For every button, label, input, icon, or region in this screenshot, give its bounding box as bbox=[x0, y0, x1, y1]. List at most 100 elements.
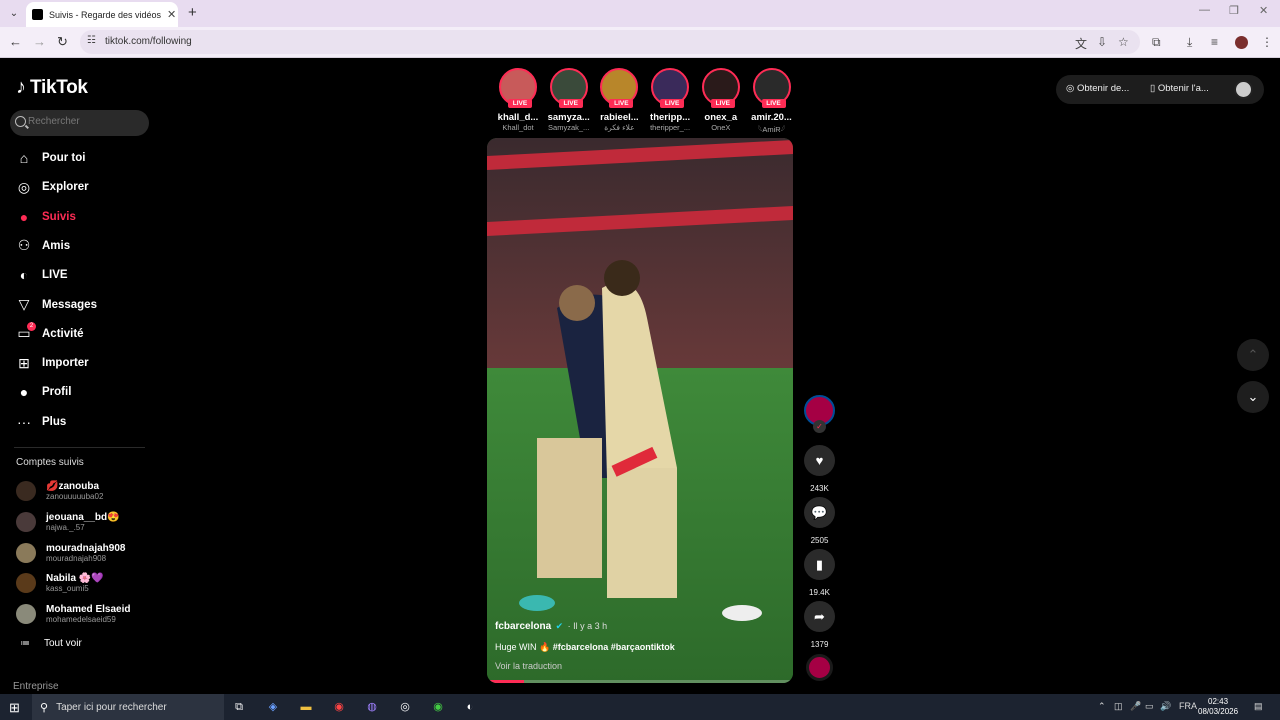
tab-search-icon[interactable]: ⌄ bbox=[6, 6, 22, 22]
install-app-icon[interactable]: ⇩ bbox=[1097, 35, 1107, 49]
restore-icon[interactable]: ❐ bbox=[1229, 4, 1239, 17]
user-avatar[interactable] bbox=[1234, 80, 1253, 99]
friends-icon: ⚇ bbox=[17, 237, 31, 254]
close-icon[interactable]: ✕ bbox=[167, 8, 176, 21]
video-author[interactable]: fcbarcelona bbox=[495, 621, 551, 632]
site-info-icon[interactable]: ☷ bbox=[87, 35, 96, 46]
tab-active[interactable]: Suivis - Regarde des vidéos de c ✕ bbox=[26, 2, 178, 27]
sidebar-item-amis[interactable]: ⚇ Amis bbox=[14, 235, 70, 257]
reload-icon[interactable]: ↻ bbox=[57, 34, 68, 50]
forward-icon[interactable]: → bbox=[33, 34, 46, 49]
discord-icon[interactable]: ◍ bbox=[364, 699, 380, 715]
video-description: Huge WIN 🔥 #fcbarcelona #barçaontiktok bbox=[495, 642, 785, 653]
menu-dots-icon[interactable]: ⋮ bbox=[1261, 35, 1273, 49]
heart-icon[interactable]: ♥ bbox=[804, 445, 835, 476]
scroll-down-icon[interactable]: ⌄ bbox=[1237, 381, 1269, 413]
search-icon[interactable] bbox=[15, 116, 26, 127]
caption-hashtags[interactable]: #fcbarcelona #barçaontiktok bbox=[553, 642, 675, 652]
search-input[interactable] bbox=[28, 116, 144, 127]
save-button[interactable]: ▮ 19.4K bbox=[804, 549, 835, 597]
tray-chevron-icon[interactable]: ⌃ bbox=[1098, 701, 1106, 712]
followed-account[interactable]: mouradnajah908 mouradnajah908 bbox=[16, 540, 125, 566]
sidebar-item-messages[interactable]: ▽ Messages bbox=[14, 294, 97, 316]
story-handle: Khall_dot bbox=[502, 123, 534, 132]
copilot-icon[interactable]: ◈ bbox=[265, 699, 281, 715]
followed-account[interactable]: Nabila 🌸💜 kass_oumi5 bbox=[16, 570, 104, 596]
chrome-alt-icon[interactable]: ◉ bbox=[430, 699, 446, 715]
scroll-up-icon[interactable]: ⌃ bbox=[1237, 339, 1269, 371]
sidebar-item-profil[interactable]: ● Profil bbox=[14, 381, 72, 403]
follow-check-icon[interactable]: ✓ bbox=[813, 420, 826, 433]
live-story[interactable]: LIVE rabieel... علاء فكرة bbox=[597, 68, 641, 132]
minimize-icon[interactable]: — bbox=[1199, 4, 1210, 16]
story-avatar[interactable]: LIVE bbox=[651, 68, 690, 108]
extensions-icon[interactable]: ⧉ bbox=[1152, 35, 1161, 50]
sidebar-item-live[interactable]: ◐ LIVE bbox=[14, 264, 68, 286]
account-handle: mouradnajah908 bbox=[46, 553, 107, 563]
get-coins-button[interactable]: ◎ Obtenir de... bbox=[1066, 83, 1129, 94]
chrome-icon[interactable]: ◉ bbox=[331, 699, 347, 715]
sidebar-item-plus[interactable]: ··· Plus bbox=[14, 411, 66, 433]
story-avatar[interactable]: LIVE bbox=[600, 68, 639, 108]
comment-button[interactable]: 💬 2505 bbox=[804, 497, 835, 545]
tray-app-icon[interactable]: ◫ bbox=[1114, 701, 1123, 712]
bookmark-star-icon[interactable]: ☆ bbox=[1118, 35, 1129, 49]
story-avatar[interactable]: LIVE bbox=[499, 68, 537, 108]
task-view-icon[interactable]: ⧉ bbox=[231, 699, 247, 715]
sidebar-item-pourtoi[interactable]: ⌂ Pour toi bbox=[14, 147, 86, 169]
story-avatar[interactable]: LIVE bbox=[701, 68, 740, 108]
language-indicator[interactable]: FRA bbox=[1179, 701, 1197, 711]
capcut-icon[interactable]: ◐ bbox=[462, 699, 478, 715]
bookmark-icon[interactable]: ▮ bbox=[804, 549, 835, 580]
search-box[interactable] bbox=[10, 110, 149, 136]
download-icon[interactable]: ⤓ bbox=[1187, 35, 1192, 50]
sidebar-item-importer[interactable]: ⊞ Importer bbox=[14, 352, 89, 374]
live-story[interactable]: LIVE amir.20... 𓆩AmiR𓆪 bbox=[750, 68, 794, 135]
company-link[interactable]: Entreprise bbox=[13, 681, 59, 692]
video-player[interactable]: fcbarcelona ✔ · Il y a 3 h Huge WIN 🔥 #f… bbox=[487, 138, 793, 683]
share-button[interactable]: ➦ 1379 bbox=[804, 601, 835, 649]
video-progress-bar[interactable] bbox=[487, 680, 793, 683]
see-translation-link[interactable]: Voir la traduction bbox=[495, 661, 785, 671]
like-button[interactable]: ♥ 243K bbox=[804, 445, 835, 493]
sidebar-item-explorer[interactable]: ◎ Explorer bbox=[14, 176, 89, 198]
followed-account[interactable]: Mohamed Elsaeid mohamedelsaeid59 bbox=[16, 601, 130, 627]
story-name: theripp... bbox=[650, 112, 691, 123]
browser-tabstrip: ⌄ Suivis - Regarde des vidéos de c ✕ + —… bbox=[0, 0, 1280, 27]
video-progress-fill bbox=[487, 680, 524, 683]
story-avatar[interactable]: LIVE bbox=[549, 68, 588, 108]
file-explorer-icon[interactable]: ▬ bbox=[298, 699, 314, 715]
app-icon[interactable]: ◎ bbox=[397, 699, 413, 715]
back-icon[interactable]: ← bbox=[9, 34, 22, 49]
share-icon[interactable]: ➦ bbox=[804, 601, 835, 632]
music-disc-icon[interactable] bbox=[806, 654, 833, 681]
translate-icon[interactable]: 文 bbox=[1075, 35, 1087, 52]
reading-list-icon[interactable]: ≡ bbox=[1211, 35, 1218, 49]
new-tab-icon[interactable]: + bbox=[188, 4, 197, 21]
see-all-button[interactable]: ≔ Tout voir bbox=[20, 638, 82, 649]
followed-account[interactable]: 💋zanouba zanouuuuuba02 bbox=[16, 478, 103, 504]
volume-icon[interactable]: 🔊 bbox=[1160, 701, 1171, 712]
live-story[interactable]: LIVE theripp... theripper_... bbox=[648, 68, 692, 132]
tiktok-logo[interactable]: ♪ TikTok bbox=[16, 76, 88, 99]
comment-icon[interactable]: 💬 bbox=[804, 497, 835, 528]
network-icon[interactable]: ▭ bbox=[1145, 701, 1154, 712]
live-story[interactable]: LIVE khall_d... Khall_dot bbox=[496, 68, 540, 132]
notifications-icon[interactable]: ▤ bbox=[1254, 701, 1263, 712]
profile-avatar[interactable] bbox=[1235, 36, 1248, 49]
clock[interactable]: 02:43 08/03/2026 bbox=[1198, 697, 1238, 717]
sidebar-item-activit[interactable]: ▭ 2 Activité bbox=[14, 321, 84, 345]
sidebar-item-suivis[interactable]: ● Suivis bbox=[14, 206, 76, 228]
live-story[interactable]: LIVE onex_a OneX bbox=[699, 68, 743, 132]
followed-account[interactable]: jeouana__bd😍 najwa._.57 bbox=[16, 509, 120, 535]
taskbar-search[interactable]: ⚲ Taper ici pour rechercher bbox=[32, 694, 224, 720]
live-story[interactable]: LIVE samyza... Samyzak_... bbox=[547, 68, 591, 132]
story-handle: theripper_... bbox=[650, 123, 691, 132]
home-icon: ⌂ bbox=[19, 150, 29, 166]
window-close-icon[interactable]: ✕ bbox=[1259, 4, 1268, 17]
microphone-icon[interactable]: 🎤 bbox=[1130, 701, 1141, 712]
get-app-button[interactable]: ▯ Obtenir l'a... bbox=[1150, 83, 1209, 94]
windows-start-icon[interactable]: ⊞ bbox=[9, 700, 20, 716]
address-bar[interactable]: ☷ tiktok.com/following 文 ⇩ ☆ bbox=[80, 30, 1140, 54]
story-avatar[interactable]: LIVE bbox=[752, 68, 791, 108]
